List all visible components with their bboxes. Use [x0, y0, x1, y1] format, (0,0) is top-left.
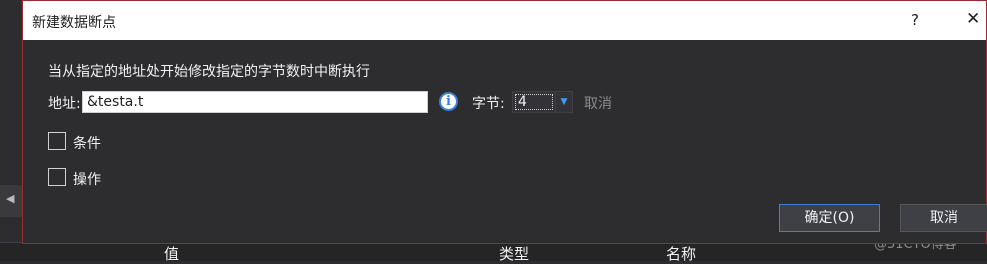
chevron-down-icon[interactable]: ▼: [555, 92, 572, 112]
actions-checkbox[interactable]: [48, 168, 66, 186]
conditions-label: 条件: [73, 136, 101, 152]
bytes-select[interactable]: 4 ▼: [512, 91, 573, 113]
bytes-selected-value: 4: [515, 94, 553, 110]
dialog-description: 当从指定的地址处开始修改指定的字节数时中断执行: [48, 64, 370, 80]
address-input[interactable]: [82, 91, 428, 113]
address-label: 地址:: [48, 96, 81, 112]
column-value-header[interactable]: 值: [164, 243, 179, 264]
actions-label: 操作: [73, 172, 101, 188]
cancel-link[interactable]: 取消: [584, 93, 612, 113]
help-icon[interactable]: ?: [911, 11, 919, 29]
bytes-label: 字节:: [472, 96, 505, 112]
info-icon[interactable]: i: [439, 92, 458, 111]
watch-column-header: [0, 242, 987, 261]
new-data-breakpoint-dialog: 新建数据断点 ? ✕ 当从指定的地址处开始修改指定的字节数时中断执行 地址: i…: [22, 0, 987, 244]
ok-button[interactable]: 确定(O): [779, 204, 880, 232]
dialog-titlebar: 新建数据断点 ? ✕: [23, 1, 986, 40]
column-type-header[interactable]: 类型: [499, 243, 529, 264]
dialog-title: 新建数据断点: [32, 15, 116, 31]
scroll-left-icon[interactable]: ◀: [6, 192, 14, 205]
column-name-header[interactable]: 名称: [666, 243, 696, 264]
cancel-button[interactable]: 取消: [900, 204, 987, 232]
conditions-checkbox[interactable]: [48, 132, 66, 150]
close-icon[interactable]: ✕: [966, 9, 980, 29]
